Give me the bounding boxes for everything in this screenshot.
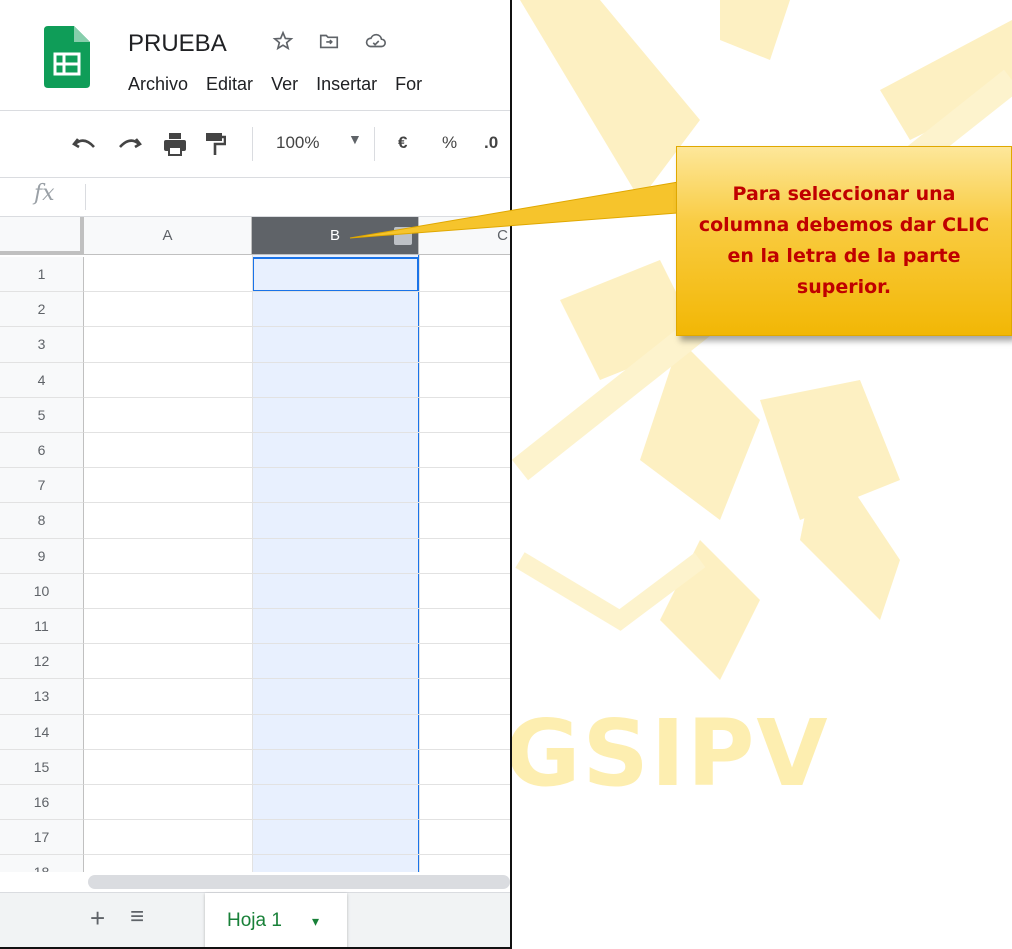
callout-pointer	[349, 179, 691, 239]
instruction-callout: Para seleccionar una columna debemos dar…	[676, 146, 1012, 336]
